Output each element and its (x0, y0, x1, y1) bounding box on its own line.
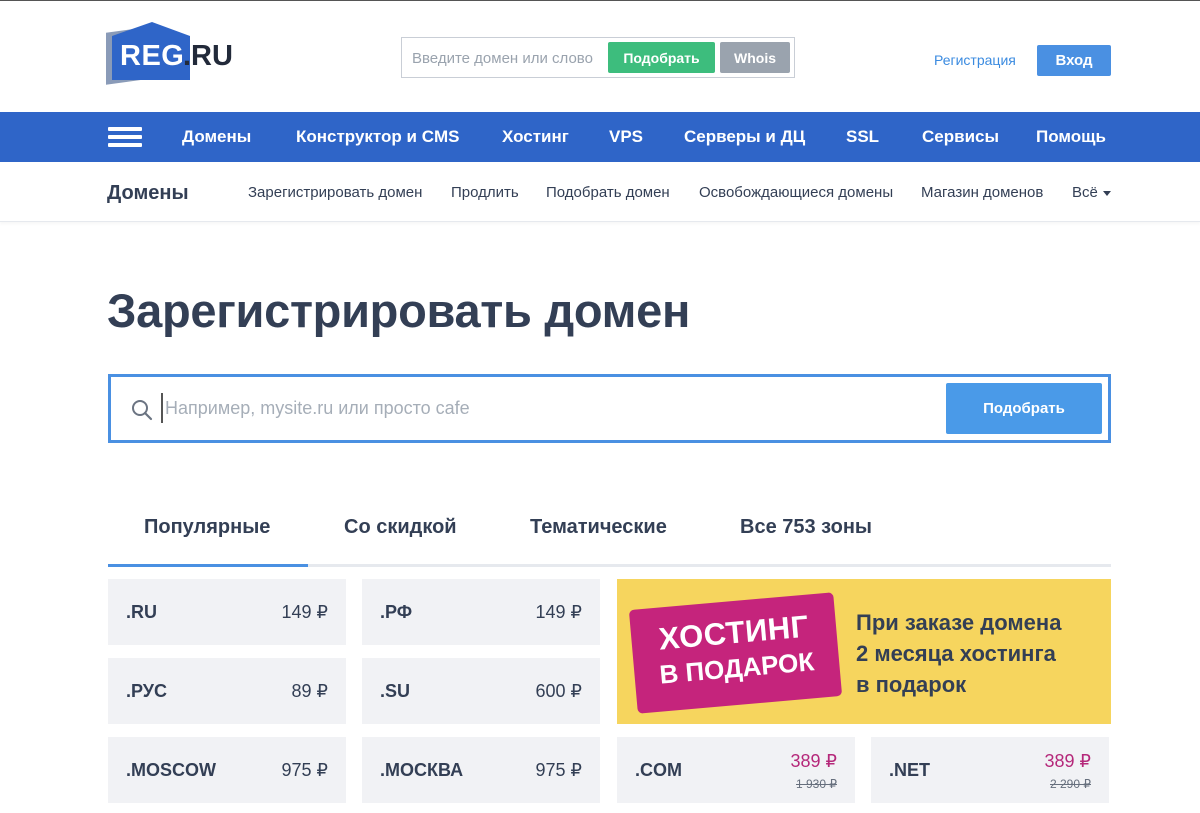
domain-price: 975 ₽ (535, 760, 583, 780)
nav-item-domains[interactable]: Домены (182, 127, 251, 147)
domain-zone: .SU (380, 681, 411, 701)
tab-popular[interactable]: Популярные (144, 516, 270, 539)
domain-price: 149 ₽ (535, 602, 583, 622)
subnav-item-shop[interactable]: Магазин доменов (921, 184, 1043, 201)
nav-item-ssl[interactable]: SSL (846, 127, 879, 147)
domain-old-price: 1 930 ₽ (796, 777, 837, 791)
active-tab-indicator (108, 564, 308, 567)
zone-tabs: Популярные Со скидкой Тематические Все 7… (108, 500, 1111, 567)
subnav-title: Домены (107, 182, 189, 204)
promo-text: При заказе домена 2 месяца хостинга в по… (856, 607, 1061, 700)
search-icon (132, 400, 153, 421)
domain-sale-price: 389 ₽ (1044, 751, 1092, 771)
top-border-line (0, 0, 1200, 1)
page-title: Зарегистрировать домен (107, 284, 691, 337)
domain-price: 89 ₽ (291, 681, 328, 701)
domain-card[interactable]: .COM 389 ₽ 1 930 ₽ (617, 737, 855, 803)
menu-hamburger-icon[interactable] (108, 127, 142, 147)
nav-item-constructor[interactable]: Конструктор и CMS (296, 127, 459, 147)
promo-text-line: в подарок (856, 672, 967, 697)
register-link[interactable]: Регистрация (934, 52, 1016, 68)
logo[interactable]: REG .RU (106, 22, 236, 85)
domain-card[interactable]: .RU 149 ₽ (108, 579, 346, 645)
subnav-item-pick[interactable]: Подобрать домен (546, 184, 670, 201)
logo-text-ru: .RU (183, 40, 233, 72)
hosting-promo-banner[interactable]: ХОСТИНГ В ПОДАРОК При заказе домена 2 ме… (617, 579, 1111, 724)
domain-card[interactable]: .МОСКВА 975 ₽ (362, 737, 600, 803)
domain-card[interactable]: .РУС 89 ₽ (108, 658, 346, 724)
promo-stamp: ХОСТИНГ В ПОДАРОК (628, 592, 843, 714)
nav-item-vps[interactable]: VPS (609, 127, 643, 147)
domain-price: 975 ₽ (281, 760, 329, 780)
subnav-item-all[interactable]: Всё (1072, 184, 1111, 201)
logo-text-reg: REG (120, 40, 185, 72)
domain-price: 149 ₽ (281, 602, 329, 622)
header-search: Подобрать Whois (401, 37, 795, 78)
domain-zone: .РФ (380, 602, 413, 622)
tab-thematic[interactable]: Тематические (530, 516, 667, 539)
domain-zone: .COM (635, 760, 682, 780)
sub-nav: Домены Зарегистрировать домен Продлить П… (0, 162, 1200, 222)
domain-zone: .РУС (126, 681, 167, 701)
main-nav: Домены Конструктор и CMS Хостинг VPS Сер… (0, 112, 1200, 162)
chevron-down-icon (1102, 190, 1111, 196)
domain-old-price: 2 290 ₽ (1050, 777, 1091, 791)
login-button[interactable]: Вход (1037, 45, 1111, 76)
tab-discount[interactable]: Со скидкой (344, 516, 457, 539)
subnav-item-renew[interactable]: Продлить (451, 184, 519, 201)
domain-search-input[interactable] (161, 393, 931, 423)
domain-sale-price: 389 ₽ (790, 751, 838, 771)
domain-zone: .MOSCOW (126, 760, 216, 780)
domain-zone: .NET (889, 760, 931, 780)
domain-card[interactable]: .NET 389 ₽ 2 290 ₽ (871, 737, 1109, 803)
domain-card[interactable]: .MOSCOW 975 ₽ (108, 737, 346, 803)
header-search-input[interactable] (412, 46, 607, 70)
subnav-item-register[interactable]: Зарегистрировать домен (248, 184, 422, 201)
domain-zone: .МОСКВА (380, 760, 464, 780)
promo-text-line: 2 месяца хостинга (856, 641, 1056, 666)
promo-text-line: При заказе домена (856, 610, 1062, 635)
nav-item-servers[interactable]: Серверы и ДЦ (684, 127, 805, 147)
domain-search: Подобрать (108, 374, 1111, 443)
domain-card[interactable]: .РФ 149 ₽ (362, 579, 600, 645)
subnav-item-all-label: Всё (1072, 184, 1098, 201)
subnav-item-expiring[interactable]: Освобождающиеся домены (699, 184, 893, 201)
domain-price: 600 ₽ (535, 681, 583, 701)
domain-search-button[interactable]: Подобрать (946, 383, 1102, 434)
nav-item-services[interactable]: Сервисы (922, 127, 999, 147)
domain-card[interactable]: .SU 600 ₽ (362, 658, 600, 724)
tab-all-zones[interactable]: Все 753 зоны (740, 516, 872, 539)
domain-zone: .RU (126, 602, 157, 622)
whois-button[interactable]: Whois (720, 42, 790, 73)
header-pick-button[interactable]: Подобрать (608, 42, 715, 73)
nav-item-hosting[interactable]: Хостинг (502, 127, 569, 147)
nav-item-help[interactable]: Помощь (1036, 127, 1106, 147)
